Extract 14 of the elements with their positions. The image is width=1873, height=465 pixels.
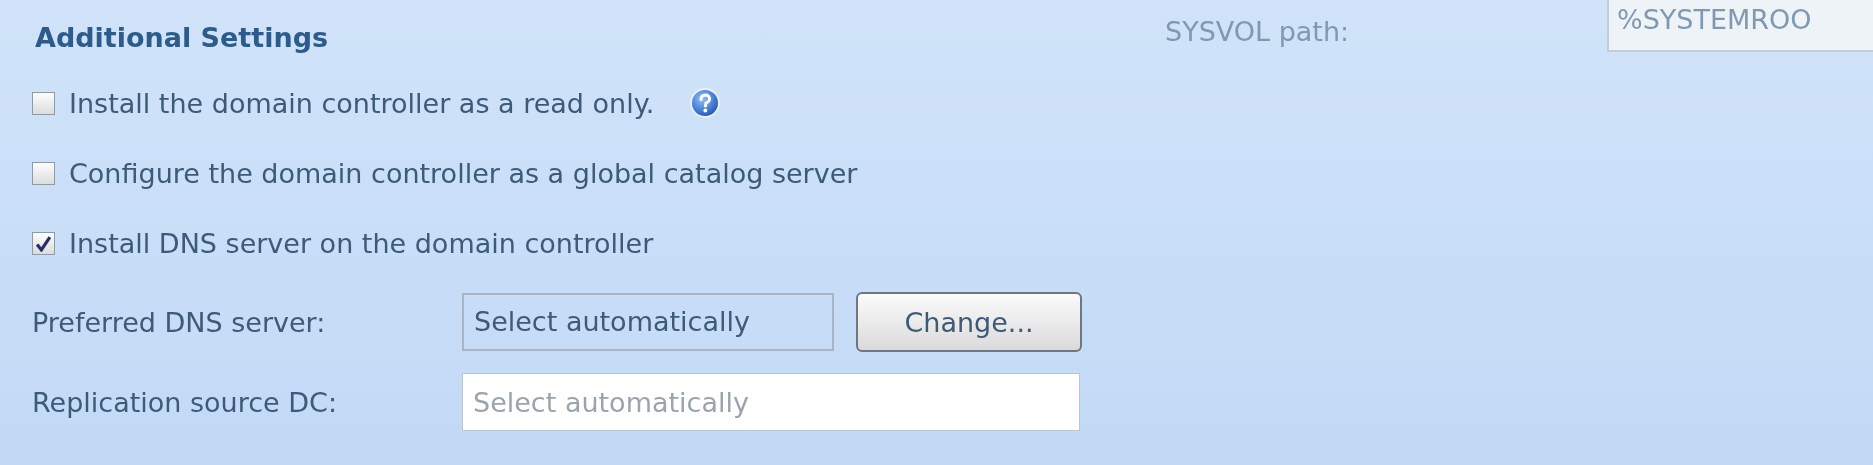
sysvol-label: SYSVOL path: bbox=[1165, 16, 1351, 47]
field-label: Preferred DNS server: bbox=[32, 306, 327, 338]
checkbox-label: Install the domain controller as a read only. bbox=[69, 87, 655, 119]
checkbox-label: Configure the domain controller as a global catalog server bbox=[69, 157, 858, 189]
checkbox[interactable] bbox=[32, 161, 55, 185]
help-icon[interactable] bbox=[690, 88, 721, 118]
change-button[interactable]: Change... bbox=[856, 292, 1082, 352]
checkbox[interactable] bbox=[32, 91, 55, 115]
field-label: Replication source DC: bbox=[32, 386, 338, 418]
replication-source-field[interactable]: Select automatically bbox=[462, 373, 1080, 431]
checkbox[interactable] bbox=[32, 231, 55, 255]
section-heading: Additional Settings bbox=[35, 21, 330, 55]
preferred-dns-field: Select automatically bbox=[462, 293, 834, 351]
checkbox-label: Install DNS server on the domain controller bbox=[69, 227, 654, 259]
